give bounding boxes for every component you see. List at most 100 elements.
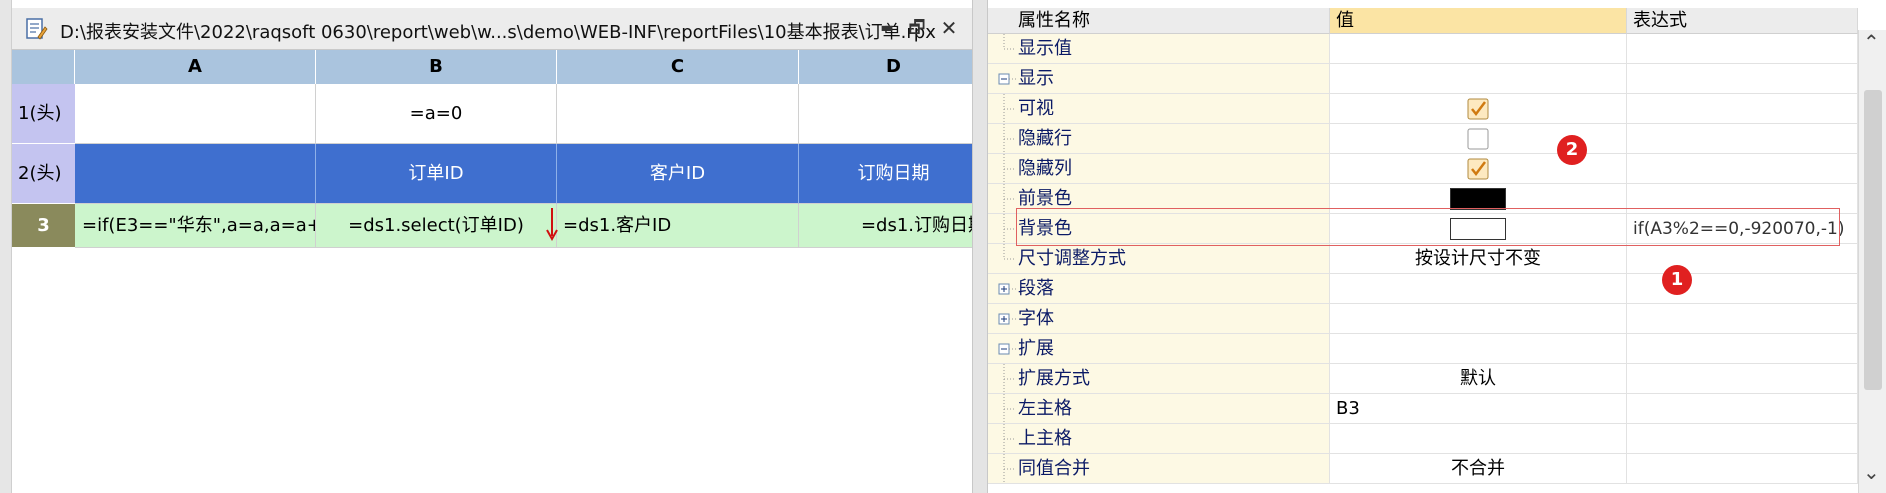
property-value-cell[interactable]: B3 — [1330, 394, 1627, 424]
property-value-cell[interactable]: 按设计尺寸不变 — [1330, 244, 1627, 274]
pane-splitter[interactable] — [972, 0, 988, 493]
property-expression-cell[interactable] — [1627, 34, 1858, 64]
property-row[interactable]: 字体 — [988, 304, 1858, 334]
cell-d2[interactable]: 订购日期 — [799, 144, 972, 204]
minimize-button[interactable]: ▬ — [874, 14, 900, 42]
property-name-cell[interactable]: 隐藏列 — [988, 154, 1330, 184]
property-row[interactable]: 段落 — [988, 274, 1858, 304]
property-name-cell[interactable]: 尺寸调整方式 — [988, 244, 1330, 274]
property-value-cell[interactable] — [1330, 334, 1627, 364]
property-name-cell[interactable]: 显示 — [988, 64, 1330, 94]
property-row[interactable]: 隐藏行 — [988, 124, 1858, 154]
property-value-cell[interactable]: 不合并 — [1330, 454, 1627, 484]
grid-corner[interactable] — [12, 50, 75, 84]
property-name-cell[interactable]: 前景色 — [988, 184, 1330, 214]
property-name-cell[interactable]: 同值合并 — [988, 454, 1330, 484]
tree-collapse-icon[interactable] — [998, 334, 1016, 364]
property-row[interactable]: 显示 — [988, 64, 1858, 94]
property-row[interactable]: 背景色 if(A3%2==0,-920070,-1) — [988, 214, 1858, 244]
property-row[interactable]: 隐藏列 — [988, 154, 1858, 184]
property-value-cell[interactable] — [1330, 274, 1627, 304]
close-button[interactable]: ✕ — [936, 14, 962, 42]
cell-a3[interactable]: =if(E3=="华东",a=a,a=a+1 — [75, 204, 316, 248]
property-expression-cell[interactable] — [1627, 454, 1858, 484]
property-expression-cell[interactable] — [1627, 64, 1858, 94]
property-name-header[interactable]: 属性名称 — [988, 8, 1330, 34]
property-expression-cell[interactable] — [1627, 364, 1858, 394]
cell-a2[interactable] — [75, 144, 316, 204]
property-name-cell[interactable]: 显示值 — [988, 34, 1330, 64]
property-row[interactable]: 同值合并 不合并 — [988, 454, 1858, 484]
cell-c2[interactable]: 客户ID — [557, 144, 799, 204]
row-header-1[interactable]: 1(头) — [12, 84, 75, 144]
scroll-up-icon[interactable]: ⌃ — [1863, 30, 1880, 54]
property-expression-cell[interactable] — [1627, 154, 1858, 184]
property-name-cell[interactable]: 背景色 — [988, 214, 1330, 244]
cell-c3[interactable]: =ds1.客户ID — [557, 204, 799, 248]
property-value-cell[interactable] — [1330, 34, 1627, 64]
scroll-down-icon[interactable]: ⌄ — [1863, 460, 1880, 484]
property-name-cell[interactable]: 段落 — [988, 274, 1330, 304]
restore-button[interactable]: 🗗 — [904, 14, 930, 42]
cell-b2[interactable]: 订单ID — [316, 144, 557, 204]
column-header-b[interactable]: B — [316, 50, 557, 84]
column-header-d[interactable]: D — [799, 50, 972, 84]
property-value-cell[interactable] — [1330, 304, 1627, 334]
row-header-3[interactable]: 3 — [12, 204, 75, 248]
column-header-a[interactable]: A — [75, 50, 316, 84]
property-expression-cell[interactable] — [1627, 334, 1858, 364]
cell-d3[interactable]: =ds1.订购日期 — [799, 204, 972, 248]
property-value-cell[interactable] — [1330, 64, 1627, 94]
row-header-2[interactable]: 2(头) — [12, 144, 75, 204]
property-expression-cell[interactable] — [1627, 394, 1858, 424]
property-name-cell[interactable]: 可视 — [988, 94, 1330, 124]
cell-a1[interactable] — [75, 84, 316, 144]
property-value-cell[interactable] — [1330, 94, 1627, 124]
cell-b1[interactable]: =a=0 — [316, 84, 557, 144]
report-grid: A B C D 1(头) =a=0 2(头) 订单ID 客户ID 订购日期 3 … — [12, 50, 972, 493]
cell-b3[interactable]: =ds1.select(订单ID) — [316, 204, 557, 248]
tree-line-icon — [998, 244, 1016, 274]
tree-expand-icon[interactable] — [998, 274, 1016, 304]
property-value-cell[interactable] — [1330, 214, 1627, 244]
property-expression-cell[interactable] — [1627, 94, 1858, 124]
property-row[interactable]: 扩展方式 默认 — [988, 364, 1858, 394]
scroll-thumb[interactable] — [1864, 90, 1882, 390]
property-name-cell[interactable]: 扩展方式 — [988, 364, 1330, 394]
left-dock-strip[interactable] — [0, 0, 12, 493]
property-expression-cell[interactable] — [1627, 424, 1858, 454]
property-row[interactable]: 左主格 B3 — [988, 394, 1858, 424]
checkbox-unchecked-icon[interactable] — [1467, 128, 1489, 150]
property-row[interactable]: 尺寸调整方式 按设计尺寸不变 — [988, 244, 1858, 274]
color-swatch[interactable] — [1450, 218, 1506, 240]
property-scrollbar[interactable]: ⌃ ⌄ — [1858, 30, 1886, 493]
checkbox-checked-icon[interactable] — [1467, 158, 1489, 180]
tree-collapse-icon[interactable] — [998, 64, 1016, 94]
property-name-cell[interactable]: 左主格 — [988, 394, 1330, 424]
property-row[interactable]: 扩展 — [988, 334, 1858, 364]
property-name-cell[interactable]: 字体 — [988, 304, 1330, 334]
property-name-cell[interactable]: 上主格 — [988, 424, 1330, 454]
property-value-cell[interactable] — [1330, 424, 1627, 454]
cell-d1[interactable] — [799, 84, 972, 144]
tree-expand-icon[interactable] — [998, 304, 1016, 334]
property-row[interactable]: 显示值 — [988, 34, 1858, 64]
property-row[interactable]: 可视 — [988, 94, 1858, 124]
cell-c1[interactable] — [557, 84, 799, 144]
property-name-cell[interactable]: 扩展 — [988, 334, 1330, 364]
property-row[interactable]: 上主格 — [988, 424, 1858, 454]
property-expression-cell[interactable] — [1627, 124, 1858, 154]
color-swatch[interactable] — [1450, 188, 1506, 210]
property-value-cell[interactable] — [1330, 184, 1627, 214]
property-expression-header[interactable]: 表达式 — [1627, 8, 1858, 34]
checkbox-checked-icon[interactable] — [1467, 98, 1489, 120]
property-expression-cell[interactable]: if(A3%2==0,-920070,-1) — [1627, 214, 1858, 244]
property-expression-cell[interactable] — [1627, 184, 1858, 214]
column-header-c[interactable]: C — [557, 50, 799, 84]
property-row[interactable]: 前景色 — [988, 184, 1858, 214]
property-expression-cell[interactable] — [1627, 244, 1858, 274]
property-value-header[interactable]: 值 — [1330, 8, 1627, 34]
property-expression-cell[interactable] — [1627, 304, 1858, 334]
property-value-cell[interactable]: 默认 — [1330, 364, 1627, 394]
property-name-cell[interactable]: 隐藏行 — [988, 124, 1330, 154]
